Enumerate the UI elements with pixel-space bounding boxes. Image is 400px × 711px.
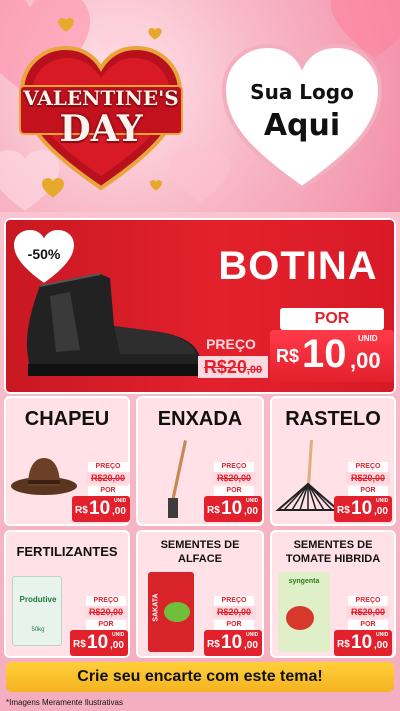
por-label: POR (348, 486, 388, 496)
badge-line1: VALENTINE'S (23, 86, 179, 110)
old-price-dec: ,00 (246, 364, 263, 376)
new-price-dec: ,00 (110, 640, 124, 651)
new-price-currency: R$ (207, 505, 220, 516)
product-title: SEMENTES DE TOMATE HIBRIDA (285, 539, 381, 565)
unit-label: UNID (114, 498, 127, 504)
new-price-dec: ,00 (374, 640, 388, 651)
product-title: CHAPEU (24, 408, 110, 430)
new-price-int: 10 (221, 632, 243, 653)
product-card[interactable]: ENXADA PREÇO R$20,00 POR R$ 10 ,00 UNID (136, 396, 264, 526)
old-price: R$20,00 (346, 606, 390, 618)
old-price-label: PREÇO (214, 596, 254, 606)
featured-product-card[interactable]: -50% BOTINA PREÇO R$20,00 POR R$ 10 ,00 … (4, 218, 396, 394)
footnote: *Imagens Meramente Ilustrativas (6, 698, 123, 707)
tomato-icon (286, 606, 314, 630)
por-label: POR (348, 620, 388, 630)
rake-image (275, 440, 340, 511)
hat-image (11, 458, 77, 495)
lettuce-seeds-image: SAKATA (148, 572, 194, 652)
unit-label: UNID (376, 498, 389, 504)
por-label: POR (214, 620, 254, 630)
new-price-int: 10 (221, 498, 243, 519)
old-price: R$20,00 (346, 472, 390, 484)
product-title: SEMENTES DE ALFACE (160, 539, 240, 565)
tomato-seeds-image: syngenta (278, 572, 330, 652)
new-price-dec: ,00 (350, 348, 381, 373)
por-label: POR (88, 486, 128, 496)
gold-heart-icon (148, 28, 162, 40)
old-price-label: PREÇO (86, 596, 126, 606)
cta-button[interactable]: Crie seu encarte com este tema! (6, 662, 394, 692)
new-price-dec: ,00 (374, 506, 388, 517)
por-label: POR (86, 620, 126, 630)
product-card[interactable]: CHAPEU PREÇO R$20,00 POR R$ 10 ,00 UNID (4, 396, 130, 526)
new-price: R$ 10 ,00 UNID (70, 630, 128, 656)
logo-line1: Sua Logo (250, 80, 354, 104)
pack-brand: SAKATA (152, 593, 160, 622)
old-price: R$20,00 (212, 606, 256, 618)
new-price-currency: R$ (337, 505, 350, 516)
badge-line2: DAY (59, 108, 143, 150)
old-price-label: PREÇO (206, 336, 256, 352)
fertilizer-bag-image: Produtive 50kg (12, 576, 62, 646)
unit-label: UNID (358, 334, 378, 343)
product-card[interactable]: SEMENTES DE TOMATE HIBRIDA syngenta PREÇ… (270, 530, 396, 658)
new-price: R$ 10 ,00 UNID (334, 496, 392, 522)
header-banner: VALENTINE'S DAY Sua Logo Aqui (0, 0, 400, 212)
product-card[interactable]: SEMENTES DE ALFACE SAKATA PREÇO R$20,00 … (136, 530, 264, 658)
product-title: RASTELO (285, 408, 381, 430)
lettuce-icon (164, 602, 190, 622)
logo-placeholder[interactable]: Sua Logo Aqui (222, 42, 382, 192)
old-price-label: PREÇO (214, 462, 254, 472)
new-price: R$ 10 ,00 UNID (204, 630, 262, 656)
pack-brand: syngenta (288, 578, 320, 585)
new-price-int: 10 (351, 498, 373, 519)
old-price-label: PREÇO (348, 596, 388, 606)
pack-brand: Produtive (19, 595, 57, 604)
new-price-currency: R$ (75, 505, 88, 516)
new-price: R$ 10 ,00 UNID (270, 330, 394, 382)
new-price: R$ 10 ,00 UNID (204, 496, 262, 522)
pack-weight: 50kg (31, 627, 45, 633)
discount-text: -50% (27, 246, 61, 262)
gold-heart-icon (58, 18, 74, 32)
logo-line2: Aqui (263, 108, 341, 143)
flyer-page: VALENTINE'S DAY Sua Logo Aqui -50% BOTIN… (0, 0, 400, 711)
boot-image (26, 273, 201, 376)
new-price-currency: R$ (73, 639, 86, 650)
new-price-int: 10 (87, 632, 109, 653)
product-card[interactable]: RASTELO PREÇO R$20,00 POR R$ 10 ,00 UNID (270, 396, 396, 526)
old-price-label: PREÇO (348, 462, 388, 472)
new-price: R$ 10 ,00 UNID (72, 496, 130, 522)
new-price-int: 10 (351, 632, 373, 653)
featured-title: BOTINA (218, 244, 378, 288)
unit-label: UNID (246, 498, 259, 504)
unit-label: UNID (112, 632, 125, 638)
new-price-int: 10 (302, 332, 347, 376)
old-price: R$20,00 (86, 472, 130, 484)
new-price-int: 10 (89, 498, 111, 519)
new-price-currency: R$ (276, 346, 300, 366)
product-card[interactable]: FERTILIZANTES Produtive 50kg PREÇO R$20,… (4, 530, 130, 658)
hoe-image (168, 440, 187, 518)
new-price: R$ 10 ,00 UNID (334, 630, 392, 656)
new-price-dec: ,00 (244, 640, 258, 651)
product-title: ENXADA (157, 408, 243, 430)
old-price: R$20,00 (212, 472, 256, 484)
unit-label: UNID (376, 632, 389, 638)
new-price-dec: ,00 (112, 506, 126, 517)
por-label: POR (214, 486, 254, 496)
product-title: FERTILIZANTES (16, 544, 118, 559)
old-price-label: PREÇO (88, 462, 128, 472)
unit-label: UNID (246, 632, 259, 638)
por-label: POR (280, 308, 384, 330)
new-price-currency: R$ (337, 639, 350, 650)
valentines-day-badge: VALENTINE'S DAY (18, 42, 184, 192)
old-price: R$20,00 (84, 606, 128, 618)
new-price-currency: R$ (207, 639, 220, 650)
new-price-dec: ,00 (244, 506, 258, 517)
old-price-int: R$20 (203, 357, 247, 377)
old-price: R$20,00 (198, 356, 268, 378)
